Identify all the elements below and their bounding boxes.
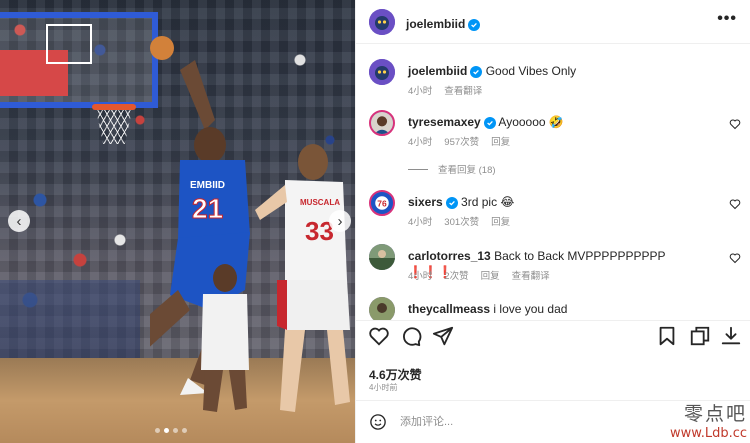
comment-input[interactable] (400, 411, 620, 433)
chevron-left-icon: ‹ (16, 212, 22, 230)
download-icon[interactable] (720, 325, 742, 347)
carousel-prev-button[interactable]: ‹ (8, 210, 30, 232)
comment-text: Ayooooo 🤣 (498, 115, 564, 129)
avatar[interactable]: 76 (369, 190, 395, 216)
svg-text:21: 21 (192, 193, 223, 224)
divider-line (408, 168, 428, 170)
carousel-next-button[interactable]: › (329, 210, 351, 232)
comment-likes[interactable]: 2次赞 (444, 268, 468, 282)
courtside-seats (0, 280, 140, 370)
comment-time: 4小时 (408, 86, 433, 97)
post-photo[interactable]: EMBIID 21 MUSCALA 33 ‹ › (0, 0, 355, 443)
author-row: joelembiid (406, 15, 481, 33)
more-options-button[interactable]: ••• (717, 10, 737, 28)
bookmark-icon[interactable] (656, 325, 678, 347)
avatar[interactable] (369, 297, 395, 320)
author-username[interactable]: joelembiid (406, 17, 465, 31)
post-detail-panel: joelembiid ••• joelembiid Good Vibes Onl… (355, 0, 750, 443)
comment-meta: 4小时 957次赞 回复 (408, 134, 510, 148)
comment-time: 4小时 (408, 217, 433, 228)
comment-likes[interactable]: 957次赞 (444, 134, 479, 148)
heart-icon[interactable] (729, 118, 741, 130)
comment-username[interactable]: tyresemaxey (408, 115, 481, 129)
reply-button[interactable]: 回复 (491, 214, 510, 228)
reply-button[interactable]: 回复 (481, 268, 500, 282)
post-header: joelembiid ••• (356, 0, 750, 44)
watermark-cn: 零点吧 (683, 403, 747, 425)
reply-button[interactable]: 回复 (491, 134, 510, 148)
avatar[interactable] (369, 9, 395, 35)
copy-icon[interactable] (689, 325, 711, 347)
comment-meta: 4小时 2次赞 回复 查看翻译 (408, 268, 550, 282)
see-translation-link[interactable]: 查看翻译 (512, 268, 550, 282)
action-bar (356, 320, 750, 350)
comment-bubble-icon[interactable] (400, 325, 422, 347)
comment-body: tyresemaxey Ayooooo 🤣 (408, 114, 708, 130)
player-background (201, 264, 249, 412)
comment-time: 4小时 (408, 137, 433, 148)
basketball (150, 36, 174, 60)
see-translation-link[interactable]: 查看翻译 (444, 83, 482, 97)
backboard (0, 12, 158, 108)
comment-meta: 4小时 查看翻译 (408, 83, 482, 97)
comment-body: theycallmeass i love you dad (408, 301, 708, 317)
comment-item: theycallmeass i love you dad (356, 297, 750, 320)
svg-text:MUSCALA: MUSCALA (300, 198, 340, 207)
watermark: 零点吧 www.Ldb.cc (670, 399, 747, 441)
comment-body: sixers 3rd pic 😂 (408, 194, 708, 210)
view-replies-label: 查看回复 (18) (438, 165, 496, 176)
comment-likes[interactable]: 301次赞 (444, 214, 479, 228)
add-comment-bar: 零点吧 www.Ldb.cc (356, 400, 750, 443)
comment-text: i love you dad (493, 302, 568, 316)
view-replies-button[interactable]: 查看回复 (18) (408, 162, 496, 176)
carousel-dot (182, 428, 187, 433)
carousel-indicator (155, 428, 187, 433)
comment-meta: 4小时 301次赞 回复 (408, 214, 510, 228)
avatar[interactable] (369, 244, 395, 270)
post-time: 4小时前 (369, 383, 398, 392)
verified-badge-icon (470, 66, 483, 78)
share-send-icon[interactable] (432, 325, 454, 347)
carousel-dot (173, 428, 178, 433)
avatar[interactable] (369, 110, 395, 136)
chevron-right-icon: › (337, 212, 343, 230)
comment-body: joelembiid Good Vibes Only (408, 63, 708, 79)
emoji-icon[interactable] (369, 413, 387, 431)
carousel-dot (155, 428, 160, 433)
heart-icon[interactable] (729, 252, 741, 264)
like-heart-icon[interactable] (368, 325, 390, 347)
carousel-dot-active (164, 428, 169, 433)
player-muscala: MUSCALA 33 (255, 144, 350, 412)
svg-text:76: 76 (377, 198, 387, 208)
basketball-rim (92, 104, 136, 110)
heart-icon[interactable] (729, 198, 741, 210)
comment-username[interactable]: theycallmeass (408, 302, 490, 316)
comment-text: Good Vibes Only (485, 64, 577, 78)
avatar[interactable] (369, 59, 395, 85)
svg-text:EMBIID: EMBIID (190, 180, 225, 191)
likes-count[interactable]: 4.6万次赞 (369, 366, 422, 383)
comment-username[interactable]: carlotorres_13 (408, 249, 491, 263)
watermark-url: www.Ldb.cc (669, 426, 747, 441)
comment-text: 3rd pic 😂 (461, 195, 515, 209)
verified-badge-icon (445, 197, 458, 209)
verified-badge-icon (483, 117, 496, 129)
comment-username[interactable]: sixers (408, 195, 443, 209)
comment-username[interactable]: joelembiid (408, 64, 467, 78)
verified-badge-icon (468, 19, 481, 31)
comment-time: 4小时 (408, 271, 433, 282)
